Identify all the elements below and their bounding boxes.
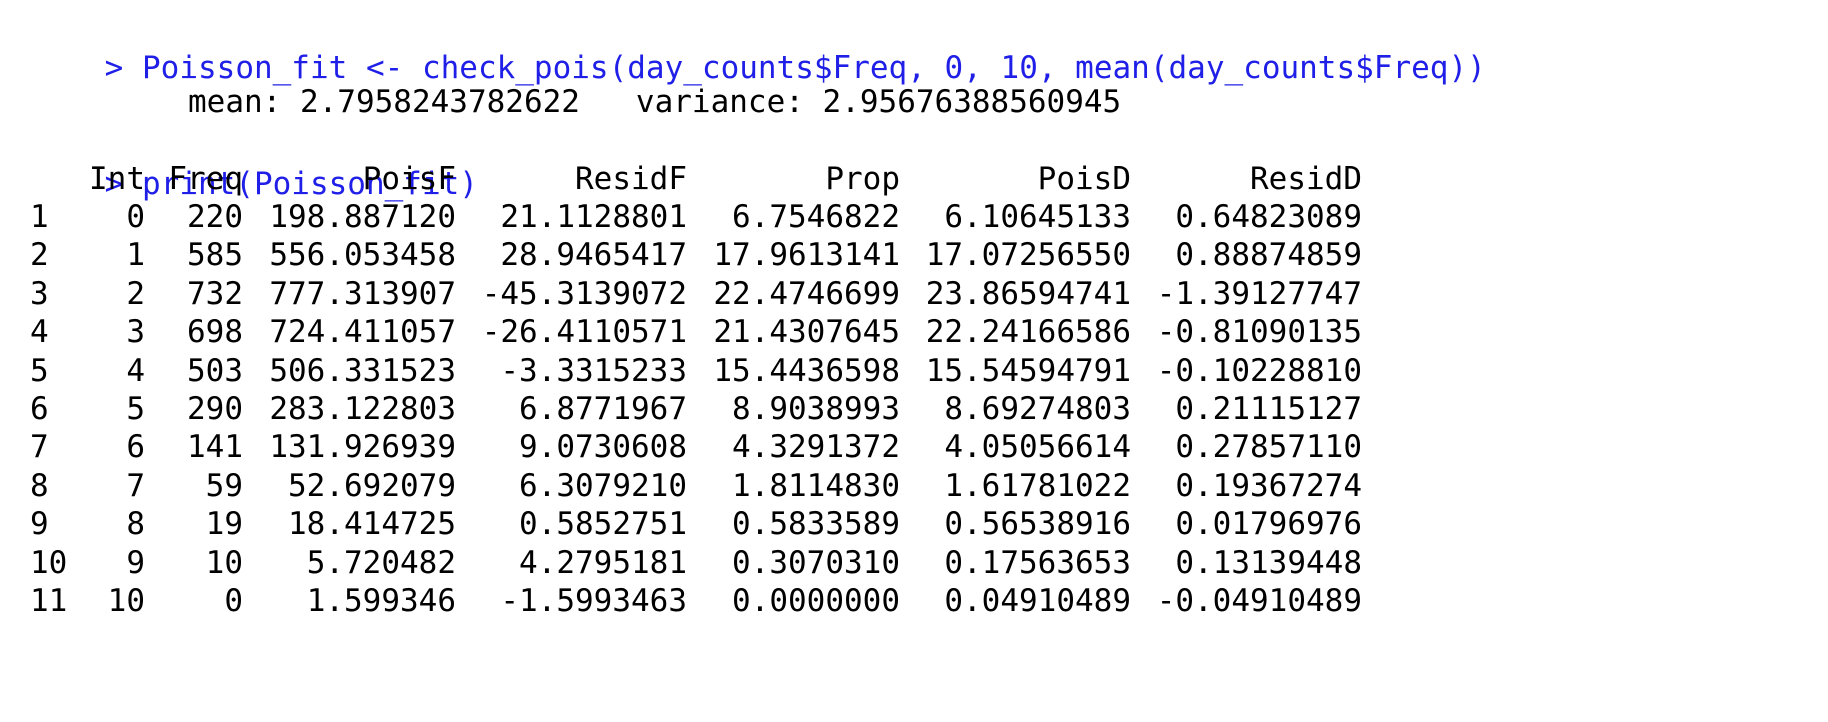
row-number: 2 [30, 237, 49, 273]
cell-int: 8 [126, 506, 145, 542]
cell-residd: -0.81090135 [1156, 314, 1362, 350]
cell-poisf: 724.411057 [269, 314, 456, 350]
cell-int: 10 [107, 583, 145, 619]
cell-prop: 4.3291372 [732, 429, 900, 465]
cell-poisd: 4.05056614 [944, 429, 1131, 465]
command-line-1: > Poisson_fit <- check_pois(day_counts$F… [30, 2, 1486, 86]
cell-residd: 0.27857110 [1175, 429, 1362, 465]
row-number: 9 [30, 506, 49, 542]
row-number: 11 [30, 583, 68, 619]
cell-residf: 9.0730608 [519, 429, 687, 465]
cell-int: 6 [126, 429, 145, 465]
cell-prop: 17.9613141 [713, 237, 900, 273]
command-line-2: > print(Poisson_fit) [30, 118, 478, 202]
r-console-output[interactable]: > Poisson_fit <- check_pois(day_counts$F… [0, 0, 1828, 722]
cell-residd: -0.04910489 [1156, 583, 1362, 619]
cell-residf: -26.4110571 [481, 314, 687, 350]
cell-int: 3 [126, 314, 145, 350]
cell-poisd: 17.07256550 [925, 237, 1131, 273]
cell-int: 1 [126, 237, 145, 273]
cell-poisf: 556.053458 [269, 237, 456, 273]
cell-poisf: 1.599346 [306, 583, 456, 619]
prompt-symbol: > [104, 50, 124, 86]
cell-residf: 28.9465417 [500, 237, 687, 273]
cell-freq: 19 [205, 506, 243, 542]
cell-poisd: 0.56538916 [944, 506, 1131, 542]
cell-prop: 0.0000000 [732, 583, 900, 619]
cell-residf: -1.5993463 [500, 583, 687, 619]
table-row: 2 1 585 556.053458 28.9465417 17.9613141 17.07… [0, 233, 1828, 277]
table-row: 9 8 19 18.414725 0.5852751 0.5833589 0.5653891… [0, 502, 1828, 546]
table-row: 11 10 0 1.599346 -1.5993463 0.0000000 0.049104… [0, 579, 1828, 623]
cell-freq: 141 [187, 429, 243, 465]
table-row: 4 3 698 724.411057 -26.4110571 21.4307645 22.2… [0, 310, 1828, 354]
cell-residf: 0.5852751 [519, 506, 687, 542]
cell-poisf: 18.414725 [288, 506, 456, 542]
cell-residd: 0.01796976 [1175, 506, 1362, 542]
row-number: 7 [30, 429, 49, 465]
cell-freq: 698 [187, 314, 243, 350]
cell-freq: 0 [224, 583, 243, 619]
cell-prop: 0.5833589 [732, 506, 900, 542]
cell-poisd: 22.24166586 [925, 314, 1131, 350]
cell-residd: 0.88874859 [1175, 237, 1362, 273]
cell-poisf: 131.926939 [269, 429, 456, 465]
table-row: 7 6 141 131.926939 9.0730608 4.3291372 4.05056… [0, 425, 1828, 469]
cell-prop: 21.4307645 [713, 314, 900, 350]
row-number: 4 [30, 314, 49, 350]
cell-freq: 585 [187, 237, 243, 273]
cell-poisd: 0.04910489 [944, 583, 1131, 619]
